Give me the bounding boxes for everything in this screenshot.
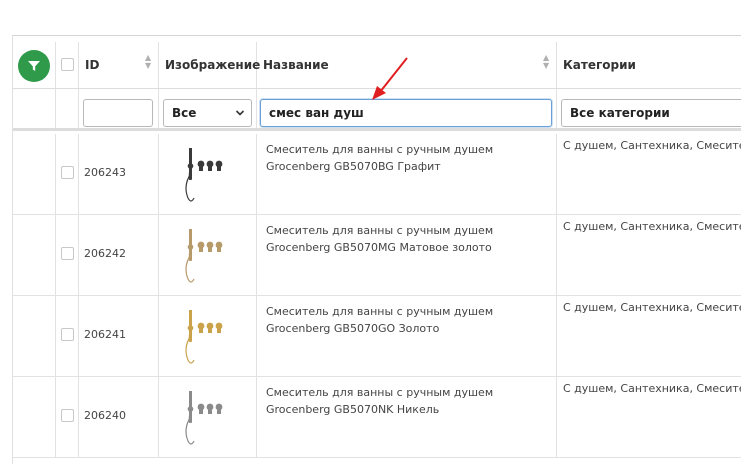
annotation-arrow-icon <box>372 57 408 100</box>
product-grid-screen: ID ▲ ▼ Изображение Название ▲ ▼ Категории <box>0 0 741 464</box>
